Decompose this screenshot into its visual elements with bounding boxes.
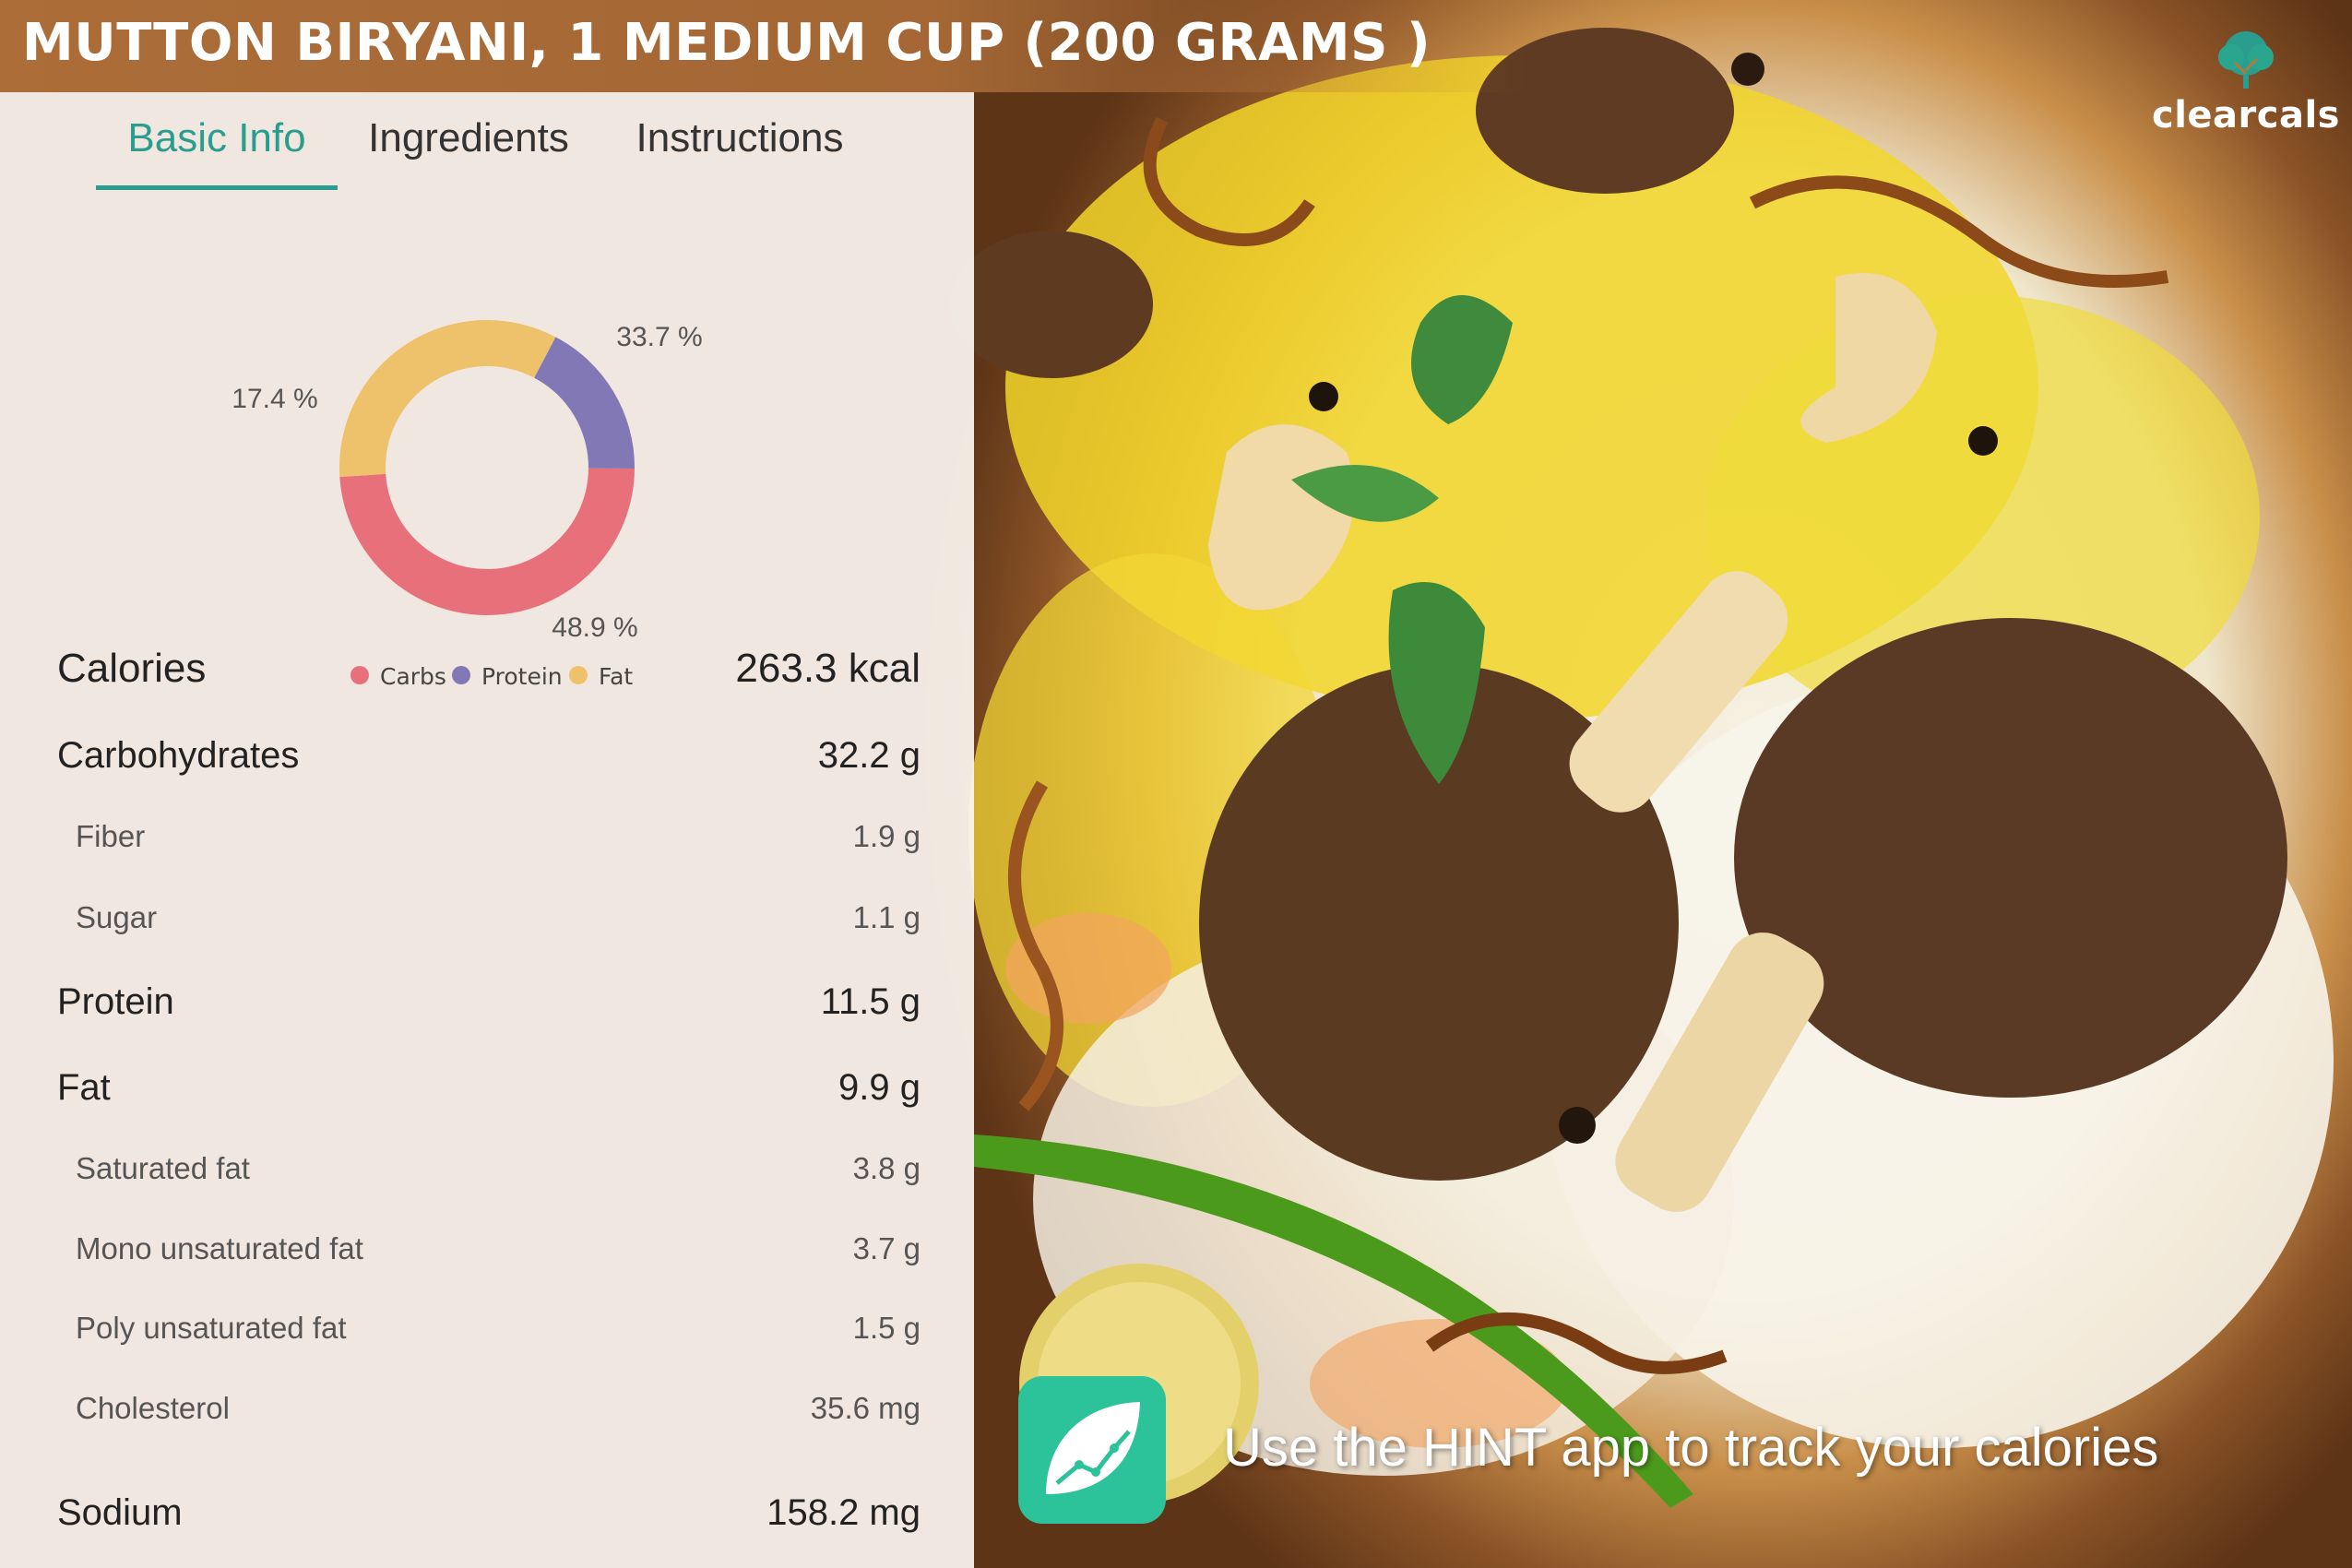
nutrient-value: 11.5 g: [820, 981, 921, 1022]
nutrient-label: Fat: [57, 1067, 111, 1108]
donut-slice-protein[interactable]: [534, 337, 635, 469]
tree-logo-icon: [2218, 31, 2274, 89]
nutrient-value: 158.2 mg: [766, 1492, 921, 1533]
hint-promo-text: Use the HINT app to track your calories: [1223, 1418, 2159, 1478]
hint-leaf-chart-icon: [1046, 1402, 1140, 1494]
nutrient-label: Poly unsaturated fat: [76, 1311, 347, 1345]
page-title: MUTTON BIRYANI, 1 MEDIUM CUP (200 GRAMS …: [22, 13, 1431, 73]
donut-label-carbs: 48.9 %: [552, 612, 637, 643]
nutrition-row: Protein 11.5 g: [0, 981, 974, 1055]
nutrient-label: Saturated fat: [76, 1151, 250, 1185]
nutrient-value: 32.2 g: [817, 735, 921, 776]
donut-slice-fat[interactable]: [339, 320, 556, 478]
nutrient-label: Protein: [57, 981, 174, 1022]
nutrition-row: Fat 9.9 g: [0, 1067, 974, 1141]
nutrition-row: Fiber 1.9 g: [0, 819, 974, 893]
nutrition-row: Calories 263.3 kcal: [0, 646, 974, 719]
nutrition-row: Saturated fat 3.8 g: [0, 1151, 974, 1225]
nutrition-row: Poly unsaturated fat 1.5 g: [0, 1311, 974, 1384]
nutrient-value: 263.3 kcal: [735, 646, 921, 691]
clearcals-logo[interactable]: clearcals: [2149, 28, 2343, 138]
hint-app-icon[interactable]: [1018, 1376, 1166, 1524]
tab-instructions[interactable]: Instructions: [609, 101, 871, 190]
brand-name: clearcals: [2152, 94, 2340, 137]
nutrition-row: Cholesterol 35.6 mg: [0, 1391, 974, 1465]
donut-label-fat: 33.7 %: [616, 322, 702, 352]
nutrition-row: Carbohydrates 32.2 g: [0, 735, 974, 809]
nutrient-value: 3.7 g: [852, 1231, 921, 1265]
nutrient-label: Mono unsaturated fat: [76, 1231, 363, 1265]
donut-label-protein: 17.4 %: [232, 384, 317, 414]
nutrient-label: Sugar: [76, 900, 158, 934]
tab-bar: Basic Info Ingredients Instructions: [0, 92, 974, 194]
tab-ingredients[interactable]: Ingredients: [356, 101, 581, 190]
nutrient-value: 1.5 g: [852, 1311, 921, 1345]
title-bar: MUTTON BIRYANI, 1 MEDIUM CUP (200 GRAMS …: [0, 0, 2352, 92]
nutrient-value: 3.8 g: [852, 1151, 921, 1185]
nutrient-label: Cholesterol: [76, 1391, 230, 1425]
nutrition-row: Sugar 1.1 g: [0, 900, 974, 974]
nutrient-value: 35.6 mg: [810, 1391, 921, 1425]
donut-slice-carbs[interactable]: [339, 468, 635, 615]
nutrient-label: Fiber: [76, 819, 146, 853]
macro-donut-chart: 48.9 %17.4 %33.7 %Carbs Protein Fat: [232, 320, 703, 690]
nutrient-value: 9.9 g: [838, 1067, 921, 1108]
tab-basic-info[interactable]: Basic Info: [96, 101, 338, 190]
nutrition-row: Mono unsaturated fat 3.7 g: [0, 1231, 974, 1305]
nutrition-row: Sodium 158.2 mg: [0, 1492, 974, 1566]
nutrient-label: Sodium: [57, 1492, 183, 1533]
nutrient-value: 1.9 g: [852, 819, 921, 853]
nutrition-panel: Basic Info Ingredients Instructions 48.9…: [0, 92, 974, 1568]
nutrient-value: 1.1 g: [852, 900, 921, 934]
nutrient-label: Carbohydrates: [57, 735, 300, 776]
nutrient-label: Calories: [57, 646, 207, 691]
